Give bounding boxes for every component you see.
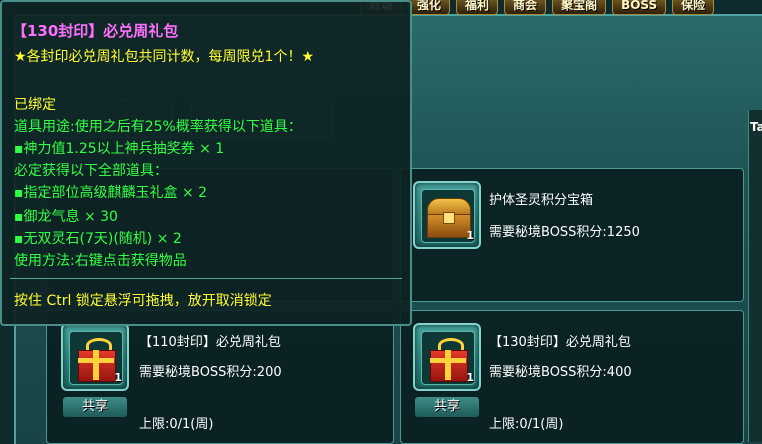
tooltip-title: 【130封印】必兑周礼包 xyxy=(12,22,179,40)
item-cost: 需要秘境BOSS积分:1250 xyxy=(489,225,640,240)
tooltip-notice: ★各封印必兑周礼包共同计数，每周限兑1个！★ xyxy=(14,49,315,65)
right-scroll-strip[interactable]: Ta xyxy=(748,110,762,442)
item-slot[interactable]: 1 xyxy=(413,323,481,391)
item-slot[interactable]: 1 xyxy=(61,323,129,391)
item-limit: 上限:0/1(周) xyxy=(489,417,564,432)
item-name: 护体圣灵积分宝箱 xyxy=(489,193,594,208)
item-limit: 上限:0/1(周) xyxy=(139,417,214,432)
tooltip-usage: 道具用途:使用之后有25%概率获得以下道具： xyxy=(14,119,302,135)
item-card-110-gift[interactable]: 1 共享 【110封印】必兑周礼包 需要秘境BOSS积分:200 上限:0/1(… xyxy=(46,310,394,444)
share-button[interactable]: 共享 xyxy=(415,397,479,417)
item-count: 1 xyxy=(466,371,474,384)
tooltip-bound-status: 已绑定 xyxy=(14,97,56,113)
tooltip-guaranteed-item: ▪无双灵石(7天)(随机) × 2 xyxy=(14,231,182,247)
item-cost: 需要秘境BOSS积分:400 xyxy=(489,365,632,380)
tooltip-guaranteed-header: 必定获得以下全部道具： xyxy=(14,163,168,179)
item-slot[interactable]: 1 xyxy=(413,181,481,249)
top-nav: 商城 强化 福利 商会 聚宝阁 BOSS 保险 xyxy=(360,0,762,15)
tab-boss[interactable]: BOSS xyxy=(612,0,667,15)
tooltip-lock-hint: 按住 Ctrl 锁定悬浮可拖拽，放开取消锁定 xyxy=(14,293,272,309)
side-tab-label: Ta xyxy=(750,120,762,134)
tab-enhance[interactable]: 强化 xyxy=(408,0,451,15)
item-tooltip: 【130封印】必兑周礼包 ★各封印必兑周礼包共同计数，每周限兑1个！★ 已绑定 … xyxy=(0,0,412,326)
item-name: 【130封印】必兑周礼包 xyxy=(489,335,631,350)
tooltip-guaranteed-item: ▪指定部位高级麒麟玉礼盒 × 2 xyxy=(14,185,208,201)
tooltip-divider xyxy=(10,278,402,279)
item-count: 1 xyxy=(466,229,474,242)
item-card-130-gift[interactable]: 1 共享 【130封印】必兑周礼包 需要秘境BOSS积分:400 上限:0/1(… xyxy=(400,310,744,444)
tooltip-chance-item: ▪神力值1.25以上神兵抽奖券 × 1 xyxy=(14,141,225,157)
share-button[interactable]: 共享 xyxy=(63,397,127,417)
item-count: 1 xyxy=(114,371,122,384)
tab-welfare[interactable]: 福利 xyxy=(456,0,499,15)
item-card-chest[interactable]: 1 护体圣灵积分宝箱 需要秘境BOSS积分:1250 xyxy=(400,168,744,302)
tab-insurance[interactable]: 保险 xyxy=(672,0,715,15)
item-name: 【110封印】必兑周礼包 xyxy=(139,335,281,350)
tab-treasure-pavilion[interactable]: 聚宝阁 xyxy=(552,0,607,15)
tooltip-usage-method: 使用方法:右键点击获得物品 xyxy=(14,253,187,269)
tooltip-guaranteed-item: ▪御龙气息 × 30 xyxy=(14,209,118,225)
tab-guild[interactable]: 商会 xyxy=(504,0,547,15)
item-cost: 需要秘境BOSS积分:200 xyxy=(139,365,282,380)
